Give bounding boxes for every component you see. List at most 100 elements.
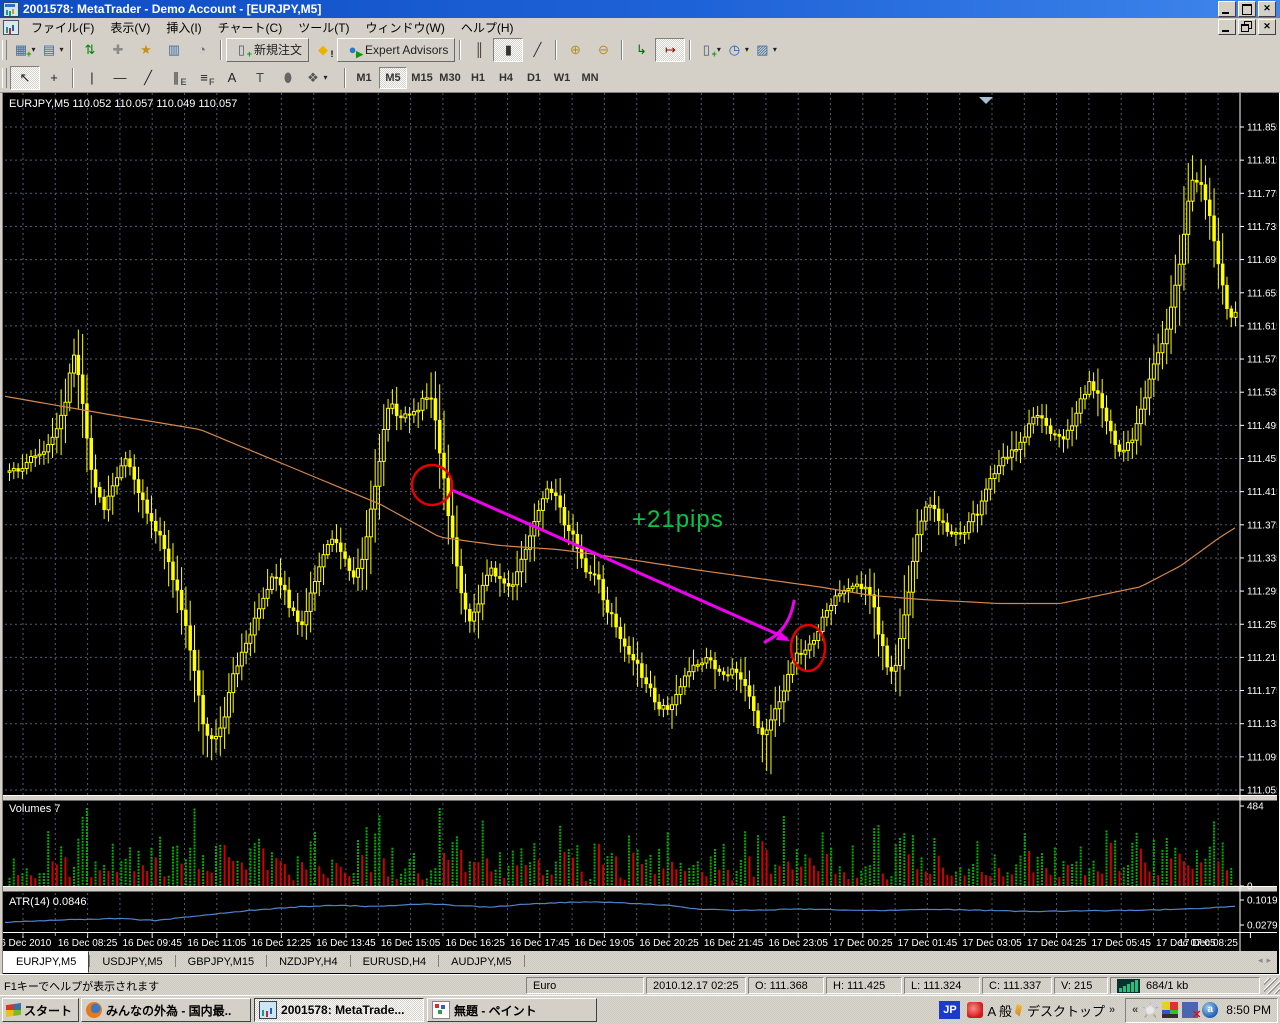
new-order-button[interactable]: ▯+新規注文 (226, 38, 309, 62)
toolbar-separator (555, 40, 557, 60)
desktop-toolbar-label[interactable]: デスクトップ (1027, 1001, 1105, 1020)
minimize-button[interactable] (1218, 1, 1236, 17)
channel-icon: ∥E (168, 70, 185, 86)
menu-item-0[interactable]: ファイル(F) (23, 18, 102, 37)
timeframe-button-m30[interactable]: M30 (437, 68, 463, 88)
ime-pad-icon[interactable] (967, 1002, 983, 1018)
market-watch-button[interactable]: ⇅ (76, 39, 104, 61)
child-restore-button[interactable] (1238, 19, 1256, 35)
chart-tab-eurusdh4[interactable]: EURUSD,H4 (351, 952, 439, 971)
menu-item-6[interactable]: ヘルプ(H) (453, 18, 522, 37)
expert-advisors-button[interactable]: ●▶Expert Advisors (337, 38, 455, 62)
text-button[interactable]: A (218, 67, 246, 89)
chart-tab-usdjpym5[interactable]: USDJPY,M5 (90, 952, 174, 971)
cursor-icon: ↖ (17, 70, 34, 86)
ime-language-button[interactable]: JP (939, 1001, 960, 1019)
timeframe-button-h4[interactable]: H4 (493, 68, 519, 88)
shapes-icon: ⬮ (280, 70, 297, 86)
fibonacci-button[interactable]: ≡F (190, 67, 218, 89)
chart-tab-audjpym5[interactable]: AUDJPY,M5 (439, 952, 523, 971)
data-window-button[interactable]: ▥ (160, 39, 188, 61)
indicators-button[interactable]: ▯+▾ (695, 39, 723, 61)
time-axis-label: 16 Dec 23:05 (768, 938, 828, 949)
maximize-button[interactable] (1238, 1, 1256, 17)
periods-button[interactable]: ◷▾ (723, 39, 751, 61)
menu-item-5[interactable]: ウィンドウ(W) (358, 18, 453, 37)
shapes-button[interactable]: ⬮ (274, 67, 302, 89)
chart-window-icon[interactable] (3, 20, 19, 35)
candlestick-chart-button[interactable]: ▮ (493, 38, 523, 62)
timeframe-button-m1[interactable]: M1 (351, 68, 377, 88)
crosshair-button[interactable]: + (40, 67, 68, 89)
task-metatrader[interactable]: 2001578: MetaTrade... (254, 998, 424, 1022)
child-close-button[interactable]: ✕ (1258, 19, 1276, 35)
new-chart-icon: ▦+ (12, 42, 29, 58)
timeframe-button-mn[interactable]: MN (577, 68, 603, 88)
time-axis-label: 16 Dec 08:25 (58, 938, 118, 949)
favorites-button[interactable]: ★ (132, 39, 160, 61)
chart-shift-button[interactable]: ↦ (655, 38, 685, 62)
price-axis-label: 111.695 (1247, 255, 1277, 266)
chart-tab-eurjpym5[interactable]: EURJPY,M5 (3, 951, 89, 973)
new-chart-button[interactable]: ▦+▾ (10, 39, 38, 61)
timeframe-button-h1[interactable]: H1 (465, 68, 491, 88)
menu-item-1[interactable]: 表示(V) (102, 18, 158, 37)
ime-mode-label[interactable]: A 般 (987, 1001, 1012, 1020)
bar-chart-button[interactable]: ║ (465, 39, 493, 61)
cursor-button[interactable]: ↖ (10, 66, 40, 90)
chart-tab-nzdjpyh4[interactable]: NZDJPY,H4 (267, 952, 349, 971)
task-paint[interactable]: 無題 - ペイント (427, 998, 597, 1022)
metatrader-icon (259, 1001, 277, 1019)
templates-button[interactable]: ▨▾ (751, 39, 779, 61)
navigator-button[interactable]: ✚ (104, 39, 132, 61)
tab-scroll-arrows: ◂▸ (1258, 955, 1271, 966)
ime-pen-icon[interactable] (1015, 1004, 1024, 1017)
chart-canvas[interactable]: 111.855111.815111.775111.735111.695111.6… (3, 93, 1277, 951)
timeframe-button-w1[interactable]: W1 (549, 68, 575, 88)
menu-item-2[interactable]: 挿入(I) (158, 18, 209, 37)
horizontal-line-button[interactable]: — (106, 67, 134, 89)
price-axis-label: 111.575 (1247, 355, 1277, 366)
channel-button[interactable]: ∥E (162, 67, 190, 89)
tab-scroll-right-icon[interactable]: ▸ (1266, 955, 1271, 966)
display-icon[interactable] (1162, 1002, 1178, 1018)
alert-button[interactable]: ◆! (309, 39, 337, 61)
atr-axis-label: 0.0279 (1247, 921, 1277, 932)
menu-item-3[interactable]: チャート(C) (210, 18, 291, 37)
title-bar[interactable]: 2001578: MetaTrader - Demo Account - [EU… (0, 0, 1280, 18)
toolbar-separator (70, 40, 72, 60)
strategy-tester-button[interactable]: ◔ (188, 39, 216, 61)
profiles-button[interactable]: ▤▾ (38, 39, 66, 61)
zoom-out-button[interactable]: ⊖ (589, 39, 617, 61)
vertical-line-button[interactable]: | (78, 67, 106, 89)
toolbar-grip[interactable] (2, 68, 7, 88)
network-error-icon[interactable] (1182, 1002, 1198, 1018)
update-icon[interactable] (1142, 1002, 1158, 1018)
trendline-button[interactable]: ╱ (134, 67, 162, 89)
time-axis-label: 16 Dec 11:05 (187, 938, 246, 949)
text-label-button[interactable]: T (246, 67, 274, 89)
child-minimize-button[interactable] (1218, 19, 1236, 35)
toolbar-grip[interactable] (2, 40, 7, 60)
timeframe-button-d1[interactable]: D1 (521, 68, 547, 88)
menu-item-4[interactable]: ツール(T) (290, 18, 357, 37)
start-button[interactable]: スタート (2, 998, 79, 1022)
line-chart-button[interactable]: ╱ (523, 39, 551, 61)
auto-scroll-button[interactable]: ↳ (627, 39, 655, 61)
quote-currency-cell-label: Euro (533, 980, 556, 992)
system-tray: « a 8:50 PM (1125, 998, 1278, 1023)
ime-globe-icon[interactable]: a (1202, 1002, 1218, 1018)
resize-grip[interactable] (1264, 978, 1280, 994)
timeframe-button-m15[interactable]: M15 (409, 68, 435, 88)
tray-chevron-left[interactable]: « (1132, 1004, 1138, 1016)
chart-tab-gbpjpym15[interactable]: GBPJPY,M15 (176, 952, 266, 971)
zoom-in-button[interactable]: ⊕ (561, 39, 589, 61)
chart-tab-bar: EURJPY,M5USDJPY,M5GBPJPY,M15NZDJPY,H4EUR… (3, 951, 1277, 973)
timeframe-button-m5[interactable]: M5 (379, 67, 407, 89)
tab-scroll-left-icon[interactable]: ◂ (1258, 955, 1263, 966)
atr-axis-label: 0.1019 (1247, 896, 1277, 907)
task-firefox[interactable]: みんなの外為 - 国内最.. (81, 998, 251, 1022)
close-button[interactable]: ✕ (1258, 1, 1276, 17)
arrows-button[interactable]: ❖▾ (302, 67, 330, 89)
toolbar-chevron-right[interactable]: » (1109, 1004, 1115, 1016)
